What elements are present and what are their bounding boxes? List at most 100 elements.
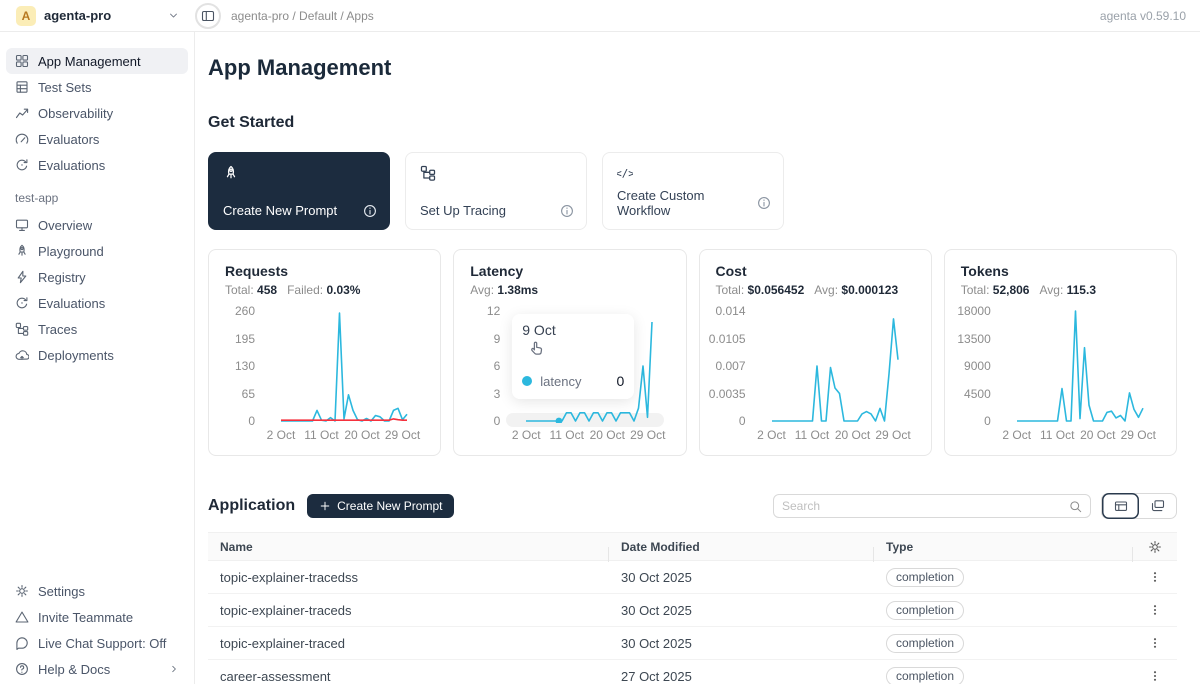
- x-axis: 2 Oct11 Oct20 Oct29 Oct: [1001, 428, 1151, 442]
- y-tick-label: 0: [209, 414, 255, 428]
- cell-name: topic-explainer-traceds: [208, 603, 609, 618]
- sidebar-footer-item-invite-teammate[interactable]: Invite Teammate: [6, 604, 188, 630]
- chevron-down-icon: [168, 10, 179, 21]
- card-view-button[interactable]: [1139, 493, 1176, 519]
- cell-date-modified: 30 Oct 2025: [609, 570, 874, 585]
- cell-date-modified: 27 Oct 2025: [609, 669, 874, 684]
- y-tick-label: 130: [209, 359, 255, 373]
- sidebar-footer-item-live-chat-support-off[interactable]: Live Chat Support: Off: [6, 630, 188, 656]
- breadcrumb[interactable]: agenta-pro / Default / Apps: [231, 9, 374, 23]
- gear-icon: [15, 584, 29, 598]
- chart-title: Cost: [716, 263, 747, 279]
- chevron-right-icon: [169, 664, 179, 674]
- get-started-card-set-up-tracing[interactable]: Set Up Tracing: [405, 152, 587, 230]
- dots-vertical-icon[interactable]: [1148, 669, 1162, 683]
- table-view-button[interactable]: [1102, 493, 1139, 519]
- dots-vertical-icon[interactable]: [1148, 570, 1162, 584]
- tooltip-legend-row: latency0: [522, 373, 624, 389]
- y-tick-label: 0.0035: [700, 387, 746, 401]
- dots-vertical-icon[interactable]: [1148, 603, 1162, 617]
- triangle-icon: [15, 610, 29, 624]
- y-axis: 065130195260: [209, 308, 259, 423]
- y-tick-label: 65: [209, 387, 255, 401]
- info-icon[interactable]: [363, 204, 377, 218]
- chart-stats: Total: 52,806Avg: 115.3: [961, 283, 1106, 297]
- table-row-topic-explainer-traced[interactable]: topic-explainer-traced30 Oct 2025complet…: [208, 627, 1177, 660]
- y-tick-label: 13500: [945, 332, 991, 346]
- chart-title: Latency: [470, 263, 523, 279]
- evaluations-icon: [15, 158, 29, 172]
- cloud-icon: [15, 348, 29, 362]
- sidebar-item-observability[interactable]: Observability: [6, 100, 188, 126]
- info-icon[interactable]: [560, 204, 574, 218]
- help-icon: [15, 662, 29, 676]
- y-tick-label: 0.007: [700, 359, 746, 373]
- sidebar-app-item-evaluations[interactable]: Evaluations: [6, 290, 188, 316]
- info-icon[interactable]: [757, 196, 771, 210]
- row-menu-button[interactable]: [1133, 603, 1177, 617]
- rocket-icon: [223, 165, 239, 181]
- monitor-icon: [15, 218, 29, 232]
- chart-tooltip: 9 Octlatency0: [512, 314, 634, 399]
- cell-name: topic-explainer-traced: [208, 636, 609, 651]
- sidebar-item-evaluators[interactable]: Evaluators: [6, 126, 188, 152]
- x-tick-label: 29 Oct: [1121, 428, 1156, 442]
- workspace-selector[interactable]: A agenta-pro: [0, 6, 189, 26]
- get-started-card-create-new-prompt[interactable]: Create New Prompt: [208, 152, 390, 230]
- svg-text:</>: </>: [617, 167, 633, 180]
- plus-icon: [319, 500, 331, 512]
- create-new-prompt-button[interactable]: Create New Prompt: [307, 494, 454, 518]
- chart-plot-area[interactable]: [1001, 308, 1151, 423]
- cell-name: topic-explainer-tracedss: [208, 570, 609, 585]
- sidebar-app-item-overview[interactable]: Overview: [6, 212, 188, 238]
- sidebar-footer-item-settings[interactable]: Settings: [6, 578, 188, 604]
- x-tick-label: 20 Oct: [590, 428, 625, 442]
- row-menu-button[interactable]: [1133, 669, 1177, 683]
- legend-series-value: 0: [616, 373, 624, 389]
- y-axis: 036912: [454, 308, 504, 423]
- sidebar-footer-item-help-docs[interactable]: Help & Docs: [6, 656, 188, 682]
- row-menu-button[interactable]: [1133, 570, 1177, 584]
- sidebar-toggle-button[interactable]: [195, 3, 221, 29]
- application-header: Application Create New Prompt: [208, 493, 1177, 519]
- sidebar-footer-nav: SettingsInvite TeammateLive Chat Support…: [6, 578, 188, 682]
- sidebar-app-item-deployments[interactable]: Deployments: [6, 342, 188, 368]
- grid-icon: [15, 54, 29, 68]
- sidebar-app-item-traces[interactable]: Traces: [6, 316, 188, 342]
- y-tick-label: 0.0105: [700, 332, 746, 346]
- main-content: App Management Get Started Create New Pr…: [195, 32, 1200, 684]
- type-tag: completion: [886, 634, 964, 653]
- search-input[interactable]: [782, 499, 1069, 513]
- search-icon[interactable]: [1069, 500, 1082, 513]
- row-menu-button[interactable]: [1133, 636, 1177, 650]
- card-view-icon: [1151, 499, 1165, 513]
- table-row-topic-explainer-traceds[interactable]: topic-explainer-traceds30 Oct 2025comple…: [208, 594, 1177, 627]
- sidebar-item-evaluations[interactable]: Evaluations: [6, 152, 188, 178]
- cell-type: completion: [874, 634, 1133, 653]
- table-body: topic-explainer-tracedss30 Oct 2025 compl…: [208, 561, 1177, 684]
- gear-icon[interactable]: [1148, 540, 1162, 554]
- chart-plot-area[interactable]: [265, 308, 415, 423]
- x-tick-label: 11 Oct: [1040, 428, 1074, 442]
- table-row-career-assessment[interactable]: career-assessment27 Oct 2025completion: [208, 660, 1177, 684]
- table-view-icon: [1114, 499, 1128, 513]
- apps-table: NameDate ModifiedType topic-explainer-tr…: [208, 532, 1177, 684]
- observability-icon: [15, 106, 29, 120]
- table-row-topic-explainer-tracedss[interactable]: topic-explainer-tracedss30 Oct 2025compl…: [208, 561, 1177, 594]
- column-settings: [1133, 540, 1177, 554]
- y-tick-label: 3: [454, 387, 500, 401]
- y-tick-label: 260: [209, 304, 255, 318]
- sidebar-app-item-registry[interactable]: Registry: [6, 264, 188, 290]
- x-tick-label: 11 Oct: [795, 428, 829, 442]
- sidebar-app-item-playground[interactable]: Playground: [6, 238, 188, 264]
- x-tick-label: 20 Oct: [1080, 428, 1115, 442]
- cell-type: completion: [874, 667, 1133, 684]
- sidebar-item-app-management[interactable]: App Management: [6, 48, 188, 74]
- dots-vertical-icon[interactable]: [1148, 636, 1162, 650]
- chart-plot-area[interactable]: [756, 308, 906, 423]
- get-started-card-label: Set Up Tracing: [420, 203, 506, 218]
- sidebar-item-test-sets[interactable]: Test Sets: [6, 74, 188, 100]
- column-header-date-modified: Date Modified: [609, 540, 874, 554]
- sidebar-item-observability-label: Observability: [38, 106, 113, 121]
- get-started-card-create-custom-workflow[interactable]: </>Create Custom Workflow: [602, 152, 784, 230]
